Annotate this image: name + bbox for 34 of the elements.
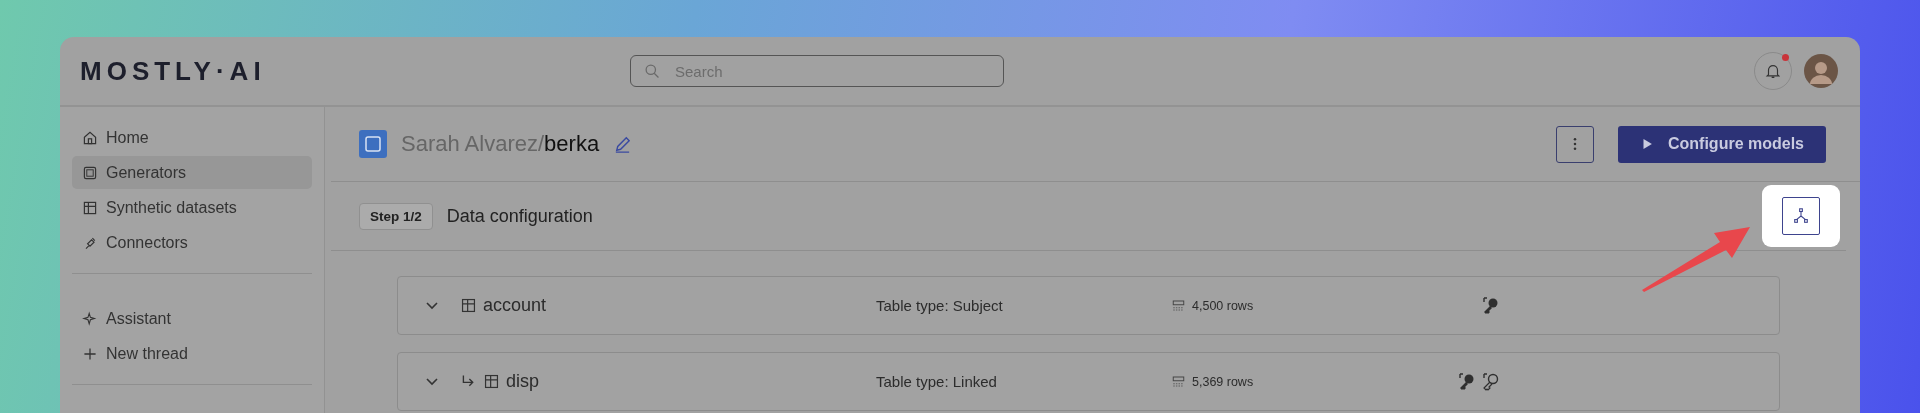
bell-icon — [1764, 62, 1782, 80]
configure-models-button[interactable]: Configure models — [1618, 125, 1826, 163]
table-name: disp — [506, 371, 540, 392]
table-type: Table type: Subject — [876, 297, 1003, 314]
row-count: 4,500 rows — [1192, 298, 1254, 313]
logo: MOSTLY·AI — [80, 55, 267, 87]
avatar[interactable] — [1804, 54, 1838, 88]
chip-icon — [82, 164, 98, 181]
home-icon — [82, 129, 98, 146]
nav-item[interactable]: Assistant — [72, 302, 312, 335]
key-outline-icon — [1481, 371, 1501, 392]
grid-icon — [82, 199, 98, 216]
step-title: Data configuration — [446, 205, 593, 227]
nav-item[interactable]: Synthetic datasets — [72, 191, 312, 224]
generator-title: Sarah Alvarez/berka — [401, 131, 600, 157]
table-icon — [483, 373, 500, 390]
table-type: Table type: Linked — [876, 373, 997, 390]
diagram-button[interactable] — [1782, 197, 1820, 235]
pencil-icon — [613, 134, 633, 154]
row-count: 5,369 rows — [1192, 374, 1254, 389]
generator-icon — [359, 130, 387, 158]
rows-icon — [1171, 374, 1186, 389]
hierarchy-icon — [1792, 207, 1810, 225]
search-icon — [644, 63, 661, 80]
more-button[interactable] — [1556, 125, 1594, 163]
nav-item[interactable]: Connectors — [72, 226, 312, 259]
nav-item[interactable]: Home — [72, 121, 312, 154]
nav-item[interactable]: New thread — [72, 337, 312, 370]
rows-icon — [1171, 298, 1186, 313]
table-name: account — [483, 295, 547, 316]
step-badge: Step 1/2 — [359, 202, 433, 230]
sparkle-icon — [82, 310, 98, 327]
plus-icon — [82, 345, 98, 362]
nav-item[interactable]: Generators — [72, 156, 312, 189]
